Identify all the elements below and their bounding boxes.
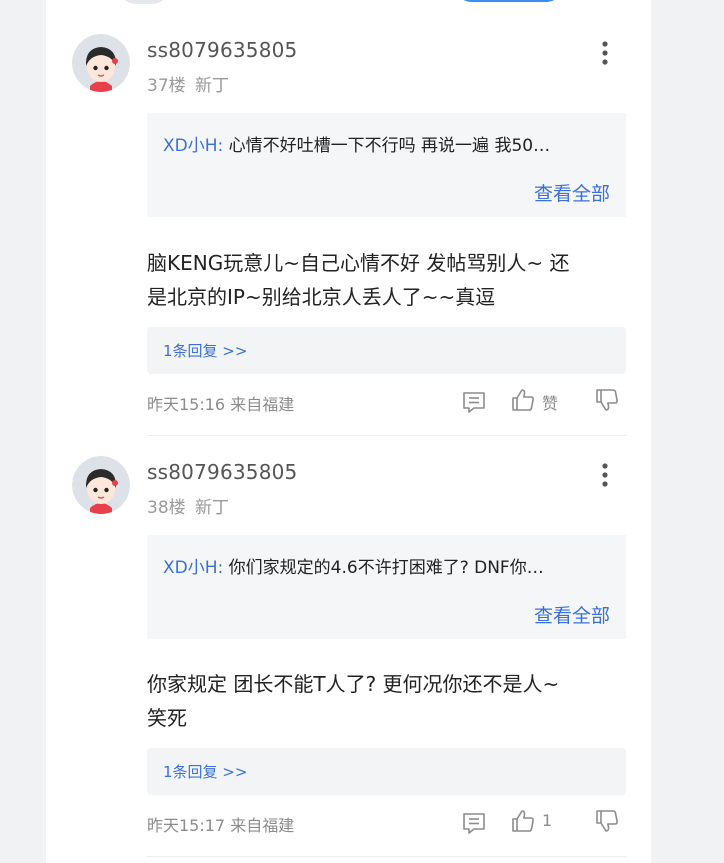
comment-text-line: 脑KENG玩意儿~自己心情不好 发帖骂别人~ 还 — [147, 251, 570, 275]
quoted-comment[interactable]: XD小H: 你们家规定的4.6不许打困难了? DNF你… 查看全部 — [147, 535, 626, 639]
username[interactable]: ss8079635805 — [147, 460, 298, 484]
more-vertical-icon[interactable] — [594, 39, 616, 69]
user-level: 新丁 — [195, 76, 230, 96]
floor-number: 37楼 — [147, 76, 186, 96]
floor-level: 38楼 新丁 — [147, 493, 229, 518]
more-vertical-icon[interactable] — [594, 461, 616, 491]
reply-count: 1条回复 >> — [163, 763, 248, 781]
quote-author[interactable]: XD小H: — [163, 136, 223, 156]
user-level: 新丁 — [195, 498, 230, 518]
comment-text-line: 是北京的IP~别给北京人丢人了~~真逗 — [147, 285, 496, 309]
divider — [147, 435, 627, 436]
like-button[interactable]: 1 — [510, 808, 560, 836]
avatar[interactable] — [72, 456, 130, 514]
quote-author[interactable]: XD小H: — [163, 558, 223, 578]
previous-button-fragment[interactable] — [457, 0, 561, 2]
comment-icon[interactable] — [461, 810, 487, 838]
thumbs-up-icon — [512, 810, 534, 832]
comment-text: 脑KENG玩意儿~自己心情不好 发帖骂别人~ 还 是北京的IP~别给北京人丢人了… — [147, 246, 627, 314]
thumbs-up-icon — [512, 389, 534, 411]
replies-link[interactable]: 1条回复 >> — [147, 748, 626, 795]
replies-link[interactable]: 1条回复 >> — [147, 327, 626, 374]
avatar[interactable] — [72, 34, 130, 92]
previous-avatar-fragment — [118, 0, 170, 4]
thumbs-down-icon[interactable] — [594, 808, 620, 836]
quoted-comment[interactable]: XD小H: 心情不好吐槽一下不行吗 再说一遍 我50… 查看全部 — [147, 113, 626, 217]
comment-icon[interactable] — [461, 389, 487, 417]
thumbs-down-icon[interactable] — [594, 387, 620, 415]
time-location: 昨天15:16 来自福建 — [147, 395, 295, 414]
like-label: 赞 — [542, 394, 559, 413]
reply-count: 1条回复 >> — [163, 342, 248, 360]
floor-number: 38楼 — [147, 498, 186, 518]
like-button[interactable]: 赞 — [510, 387, 570, 415]
quote-text: 你们家规定的4.6不许打困难了? DNF你… — [228, 558, 544, 578]
username[interactable]: ss8079635805 — [147, 38, 298, 62]
comment-text-line: 你家规定 团长不能T人了? 更何况你还不是人~ — [147, 672, 560, 696]
comment-text: 你家规定 团长不能T人了? 更何况你还不是人~ 笑死 — [147, 667, 627, 735]
divider — [147, 856, 627, 857]
comment-text-line: 笑死 — [147, 706, 187, 730]
time-location: 昨天15:17 来自福建 — [147, 816, 295, 835]
floor-level: 37楼 新丁 — [147, 71, 229, 96]
like-count: 1 — [542, 811, 553, 830]
comment-feed: ss8079635805 37楼 新丁 XD小H: 心情不好吐槽一下不行吗 再说… — [46, 0, 651, 863]
quote-text: 心情不好吐槽一下不行吗 再说一遍 我50… — [228, 136, 551, 156]
view-all-link[interactable]: 查看全部 — [534, 601, 610, 628]
view-all-link[interactable]: 查看全部 — [534, 179, 610, 206]
